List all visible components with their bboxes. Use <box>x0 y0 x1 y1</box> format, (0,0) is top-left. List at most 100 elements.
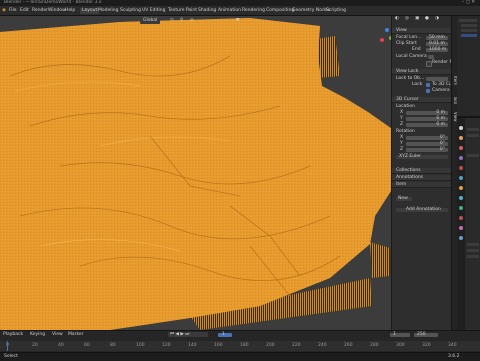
cursor-x-field[interactable]: 0 m <box>406 110 448 115</box>
timeline-frame-label: 260 <box>344 343 353 348</box>
location-label: Location <box>396 104 416 109</box>
timeline-playback-menu[interactable]: Playback <box>3 332 23 338</box>
outliner-row-selected[interactable] <box>461 34 477 37</box>
panel-item-header[interactable]: Item <box>392 182 452 188</box>
timeline-ruler[interactable]: 0204060801001201401601802002202402602803… <box>0 341 480 351</box>
x-axis-icon[interactable] <box>380 38 384 42</box>
timeline-frame-label: 80 <box>110 343 116 348</box>
cursor-z-field[interactable]: 0 m <box>406 122 448 127</box>
camera-to-view-checkbox[interactable] <box>426 89 430 93</box>
start-frame-field[interactable]: 1 <box>390 332 410 337</box>
rotation-y-field[interactable]: 0° <box>406 141 448 146</box>
filter-icon[interactable]: ▼ <box>236 18 239 24</box>
menu-render[interactable]: Render <box>32 8 48 14</box>
property-field[interactable] <box>467 154 479 157</box>
playback-controls[interactable]: ⏮ ◀ ▶ ⏭ <box>168 332 208 337</box>
tab-compositing[interactable]: Compositing <box>266 8 294 14</box>
timeline-frame-label: 220 <box>292 343 301 348</box>
material-props-icon[interactable] <box>459 216 463 220</box>
z-axis-icon[interactable] <box>385 28 389 32</box>
tab-scripting[interactable]: Scripting <box>326 8 346 14</box>
scene-props-icon[interactable] <box>459 166 463 170</box>
overlay-icon[interactable]: ◎ <box>405 16 409 22</box>
constraint-props-icon[interactable] <box>459 236 463 240</box>
world-props-icon[interactable] <box>459 176 463 180</box>
focal-length-field[interactable]: 50 mm <box>426 35 448 40</box>
sidebar-toolbar: ◐ ◎ ▣ ● ◑ <box>392 16 452 26</box>
data-props-icon[interactable] <box>459 206 463 210</box>
menu-window[interactable]: Window <box>48 8 66 14</box>
timeline-frame-label: 40 <box>58 343 64 348</box>
tab-shading[interactable]: Shading <box>198 8 216 14</box>
menu-file[interactable]: File <box>9 8 17 14</box>
view-icon[interactable]: ◐ <box>395 16 399 22</box>
tab-animation[interactable]: Animation <box>218 8 241 14</box>
shading-material-icon[interactable]: ◑ <box>435 16 439 22</box>
panel-annotations-header[interactable]: Annotations <box>392 175 452 181</box>
view-layer-props-icon[interactable] <box>459 156 463 160</box>
output-props-icon[interactable] <box>459 146 463 150</box>
panel-3d-cursor-header[interactable]: 3D Cursor <box>392 97 452 103</box>
local-camera-checkbox[interactable] <box>428 55 434 59</box>
rotation-x-field[interactable]: 0° <box>406 135 448 140</box>
outliner-row[interactable] <box>459 19 477 22</box>
render-props-icon[interactable] <box>459 136 463 140</box>
property-field[interactable] <box>467 134 479 137</box>
property-field[interactable] <box>467 128 479 131</box>
timeline-frame-label: 240 <box>318 343 327 348</box>
lock-to-object-field[interactable] <box>426 77 448 81</box>
new-layer-button[interactable]: New <box>396 196 412 201</box>
property-field[interactable] <box>467 243 479 246</box>
tab-uv-editing[interactable]: UV Editing <box>142 8 165 14</box>
playhead[interactable] <box>7 341 8 351</box>
lock-to-cursor-checkbox[interactable] <box>426 83 430 87</box>
tab-texture-paint[interactable]: Texture Paint <box>168 8 197 14</box>
menu-edit[interactable]: Edit <box>20 8 29 14</box>
modifier-props-icon[interactable] <box>459 196 463 200</box>
sidebar-panel: ◐ ◎ ▣ ● ◑ View Focal Len... 50 mm Clip S… <box>391 16 464 330</box>
transform-orientation-dropdown[interactable]: Global <box>140 18 161 24</box>
property-field[interactable] <box>467 255 479 258</box>
texture-props-icon[interactable] <box>459 226 463 230</box>
menu-help[interactable]: Help <box>65 8 75 14</box>
snap-icon[interactable]: ⚲ <box>180 18 183 24</box>
clip-end-field[interactable]: 1000 m <box>426 47 448 52</box>
cursor-z-label: Z <box>400 122 404 127</box>
timeline-marker-menu[interactable]: Marker <box>68 332 84 338</box>
panel-view-lock-header[interactable]: View Lock <box>392 69 452 75</box>
panel-view-header[interactable]: View <box>392 28 452 34</box>
timeline: Playback Keying View Marker ⏮ ◀ ▶ ⏭ 1 1 … <box>0 330 480 353</box>
outliner-row[interactable] <box>461 24 477 27</box>
outliner-row[interactable] <box>461 29 477 32</box>
clip-start-field[interactable]: 0.01 m <box>426 41 448 46</box>
property-field[interactable] <box>467 249 479 252</box>
cursor-y-field[interactable]: 0 m <box>406 116 448 121</box>
timeline-keying-menu[interactable]: Keying <box>30 332 45 338</box>
tool-props-icon[interactable] <box>459 126 463 130</box>
tab-layout[interactable]: Layout <box>80 7 100 14</box>
panel-annotations-title: Annotations <box>396 174 424 180</box>
rotation-mode-dropdown[interactable]: XYZ Euler <box>396 154 448 159</box>
tab-geometry-nodes[interactable]: Geometry Nodes <box>292 8 330 14</box>
timeline-frame-label: 120 <box>162 343 171 348</box>
shading-solid-icon[interactable]: ● <box>425 16 429 22</box>
timeline-view-menu[interactable]: View <box>52 332 63 338</box>
play-controls-icon[interactable]: ⏮ ◀ ▶ ⏭ <box>170 332 189 338</box>
xray-icon[interactable]: ▣ <box>415 16 419 22</box>
viewport-header: Global ⊙ ⚲ ◎ ▼ <box>140 18 270 25</box>
current-frame-field[interactable]: 1 <box>218 332 232 337</box>
3d-viewport[interactable] <box>0 16 391 330</box>
properties-tabs <box>457 118 465 330</box>
object-props-icon[interactable] <box>459 186 463 190</box>
add-annotation-button[interactable]: Add Annotation <box>396 207 448 212</box>
panel-collections-header[interactable]: Collections <box>392 168 452 174</box>
tab-sculpting[interactable]: Sculpting <box>120 8 141 14</box>
rotation-z-field[interactable]: 0° <box>406 147 448 152</box>
proportional-icon[interactable]: ◎ <box>190 18 194 24</box>
tab-rendering[interactable]: Rendering <box>242 8 265 14</box>
blender-logo-icon[interactable]: ◉ <box>2 8 6 14</box>
pivot-icon[interactable]: ⊙ <box>170 18 174 24</box>
end-frame-field[interactable]: 250 <box>414 332 438 337</box>
terrain-mesh[interactable] <box>0 16 391 330</box>
tab-modeling[interactable]: Modeling <box>98 8 118 14</box>
